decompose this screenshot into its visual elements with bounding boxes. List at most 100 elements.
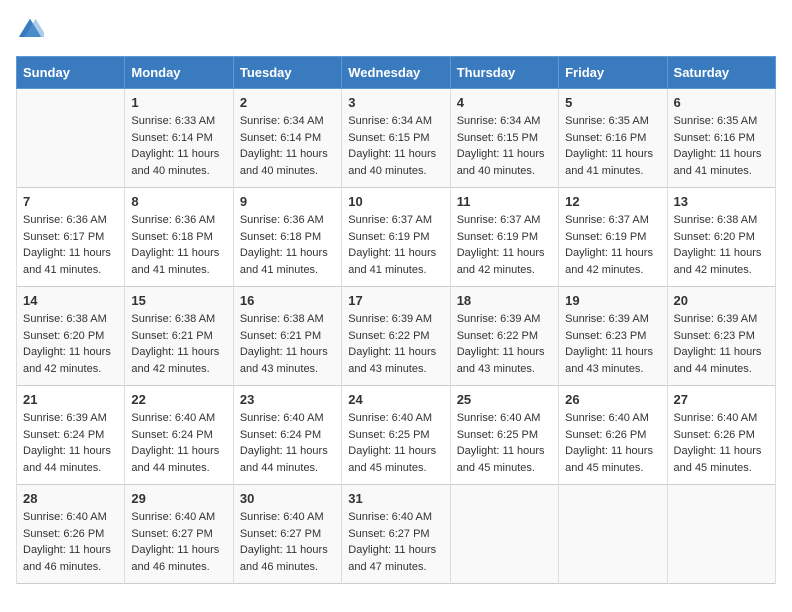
calendar-cell: 6 Sunrise: 6:35 AMSunset: 6:16 PMDaylight… [667,89,775,188]
day-info: Sunrise: 6:37 AMSunset: 6:19 PMDaylight:… [565,212,660,278]
day-number: 31 [348,491,443,506]
day-number: 21 [23,392,118,407]
day-number: 15 [131,293,226,308]
calendar-cell [450,485,558,584]
day-info: Sunrise: 6:34 AMSunset: 6:15 PMDaylight:… [457,113,552,179]
day-info: Sunrise: 6:36 AMSunset: 6:18 PMDaylight:… [240,212,335,278]
day-info: Sunrise: 6:40 AMSunset: 6:24 PMDaylight:… [240,410,335,476]
day-number: 2 [240,95,335,110]
calendar-cell: 22 Sunrise: 6:40 AMSunset: 6:24 PMDayligh… [125,386,233,485]
day-number: 3 [348,95,443,110]
logo-icon [16,16,44,44]
day-info: Sunrise: 6:39 AMSunset: 6:23 PMDaylight:… [674,311,769,377]
day-number: 24 [348,392,443,407]
header-friday: Friday [559,57,667,89]
calendar-table: SundayMondayTuesdayWednesdayThursdayFrid… [16,56,776,584]
calendar-cell [17,89,125,188]
day-number: 1 [131,95,226,110]
page-header [16,16,776,44]
day-info: Sunrise: 6:39 AMSunset: 6:23 PMDaylight:… [565,311,660,377]
calendar-cell: 11 Sunrise: 6:37 AMSunset: 6:19 PMDayligh… [450,188,558,287]
day-number: 26 [565,392,660,407]
day-info: Sunrise: 6:38 AMSunset: 6:20 PMDaylight:… [674,212,769,278]
calendar-cell: 27 Sunrise: 6:40 AMSunset: 6:26 PMDayligh… [667,386,775,485]
calendar-cell: 5 Sunrise: 6:35 AMSunset: 6:16 PMDaylight… [559,89,667,188]
day-info: Sunrise: 6:34 AMSunset: 6:15 PMDaylight:… [348,113,443,179]
calendar-cell: 23 Sunrise: 6:40 AMSunset: 6:24 PMDayligh… [233,386,341,485]
day-info: Sunrise: 6:38 AMSunset: 6:21 PMDaylight:… [240,311,335,377]
calendar-cell [667,485,775,584]
calendar-cell: 20 Sunrise: 6:39 AMSunset: 6:23 PMDayligh… [667,287,775,386]
day-number: 6 [674,95,769,110]
calendar-cell: 8Sunrise: 6:36 AMSunset: 6:18 PMDaylight… [125,188,233,287]
day-info: Sunrise: 6:37 AMSunset: 6:19 PMDaylight:… [348,212,443,278]
day-number: 18 [457,293,552,308]
calendar-cell: 12 Sunrise: 6:37 AMSunset: 6:19 PMDayligh… [559,188,667,287]
calendar-cell: 19 Sunrise: 6:39 AMSunset: 6:23 PMDayligh… [559,287,667,386]
day-number: 20 [674,293,769,308]
calendar-cell: 26 Sunrise: 6:40 AMSunset: 6:26 PMDayligh… [559,386,667,485]
calendar-cell: 9Sunrise: 6:36 AMSunset: 6:18 PMDaylight… [233,188,341,287]
day-info: Sunrise: 6:40 AMSunset: 6:26 PMDaylight:… [565,410,660,476]
day-number: 30 [240,491,335,506]
day-info: Sunrise: 6:36 AMSunset: 6:18 PMDaylight:… [131,212,226,278]
day-info: Sunrise: 6:33 AMSunset: 6:14 PMDaylight:… [131,113,226,179]
header-row: SundayMondayTuesdayWednesdayThursdayFrid… [17,57,776,89]
calendar-cell: 7 Sunrise: 6:36 AMSunset: 6:17 PMDaylight… [17,188,125,287]
day-info: Sunrise: 6:39 AMSunset: 6:22 PMDaylight:… [457,311,552,377]
day-number: 10 [348,194,443,209]
day-number: 25 [457,392,552,407]
calendar-cell: 15 Sunrise: 6:38 AMSunset: 6:21 PMDayligh… [125,287,233,386]
day-info: Sunrise: 6:40 AMSunset: 6:25 PMDaylight:… [348,410,443,476]
calendar-cell: 10 Sunrise: 6:37 AMSunset: 6:19 PMDayligh… [342,188,450,287]
day-number: 23 [240,392,335,407]
day-info: Sunrise: 6:40 AMSunset: 6:26 PMDaylight:… [23,509,118,575]
calendar-cell: 24 Sunrise: 6:40 AMSunset: 6:25 PMDayligh… [342,386,450,485]
calendar-cell: 16 Sunrise: 6:38 AMSunset: 6:21 PMDayligh… [233,287,341,386]
calendar-cell: 4 Sunrise: 6:34 AMSunset: 6:15 PMDaylight… [450,89,558,188]
calendar-cell: 21Sunrise: 6:39 AMSunset: 6:24 PMDayligh… [17,386,125,485]
calendar-cell: 2Sunrise: 6:34 AMSunset: 6:14 PMDaylight… [233,89,341,188]
day-info: Sunrise: 6:39 AMSunset: 6:22 PMDaylight:… [348,311,443,377]
calendar-cell: 14Sunrise: 6:38 AMSunset: 6:20 PMDayligh… [17,287,125,386]
day-info: Sunrise: 6:36 AMSunset: 6:17 PMDaylight:… [23,212,118,278]
header-saturday: Saturday [667,57,775,89]
day-number: 11 [457,194,552,209]
day-info: Sunrise: 6:40 AMSunset: 6:24 PMDaylight:… [131,410,226,476]
calendar-cell: 30 Sunrise: 6:40 AMSunset: 6:27 PMDayligh… [233,485,341,584]
calendar-cell [559,485,667,584]
day-info: Sunrise: 6:35 AMSunset: 6:16 PMDaylight:… [565,113,660,179]
week-row-4: 21Sunrise: 6:39 AMSunset: 6:24 PMDayligh… [17,386,776,485]
day-number: 5 [565,95,660,110]
day-info: Sunrise: 6:40 AMSunset: 6:26 PMDaylight:… [674,410,769,476]
day-info: Sunrise: 6:37 AMSunset: 6:19 PMDaylight:… [457,212,552,278]
day-info: Sunrise: 6:40 AMSunset: 6:27 PMDaylight:… [348,509,443,575]
day-info: Sunrise: 6:40 AMSunset: 6:27 PMDaylight:… [240,509,335,575]
calendar-cell: 28Sunrise: 6:40 AMSunset: 6:26 PMDayligh… [17,485,125,584]
calendar-cell: 31 Sunrise: 6:40 AMSunset: 6:27 PMDayligh… [342,485,450,584]
day-number: 7 [23,194,118,209]
day-number: 12 [565,194,660,209]
calendar-cell: 13 Sunrise: 6:38 AMSunset: 6:20 PMDayligh… [667,188,775,287]
day-number: 13 [674,194,769,209]
header-wednesday: Wednesday [342,57,450,89]
logo [16,16,48,44]
day-number: 19 [565,293,660,308]
calendar-header: SundayMondayTuesdayWednesdayThursdayFrid… [17,57,776,89]
header-tuesday: Tuesday [233,57,341,89]
day-number: 17 [348,293,443,308]
day-info: Sunrise: 6:38 AMSunset: 6:20 PMDaylight:… [23,311,118,377]
day-number: 4 [457,95,552,110]
day-number: 22 [131,392,226,407]
week-row-5: 28Sunrise: 6:40 AMSunset: 6:26 PMDayligh… [17,485,776,584]
calendar-cell: 18 Sunrise: 6:39 AMSunset: 6:22 PMDayligh… [450,287,558,386]
day-number: 16 [240,293,335,308]
day-info: Sunrise: 6:38 AMSunset: 6:21 PMDaylight:… [131,311,226,377]
day-info: Sunrise: 6:40 AMSunset: 6:25 PMDaylight:… [457,410,552,476]
header-sunday: Sunday [17,57,125,89]
calendar-cell: 29Sunrise: 6:40 AMSunset: 6:27 PMDayligh… [125,485,233,584]
day-info: Sunrise: 6:35 AMSunset: 6:16 PMDaylight:… [674,113,769,179]
day-number: 27 [674,392,769,407]
week-row-3: 14Sunrise: 6:38 AMSunset: 6:20 PMDayligh… [17,287,776,386]
calendar-cell: 17 Sunrise: 6:39 AMSunset: 6:22 PMDayligh… [342,287,450,386]
